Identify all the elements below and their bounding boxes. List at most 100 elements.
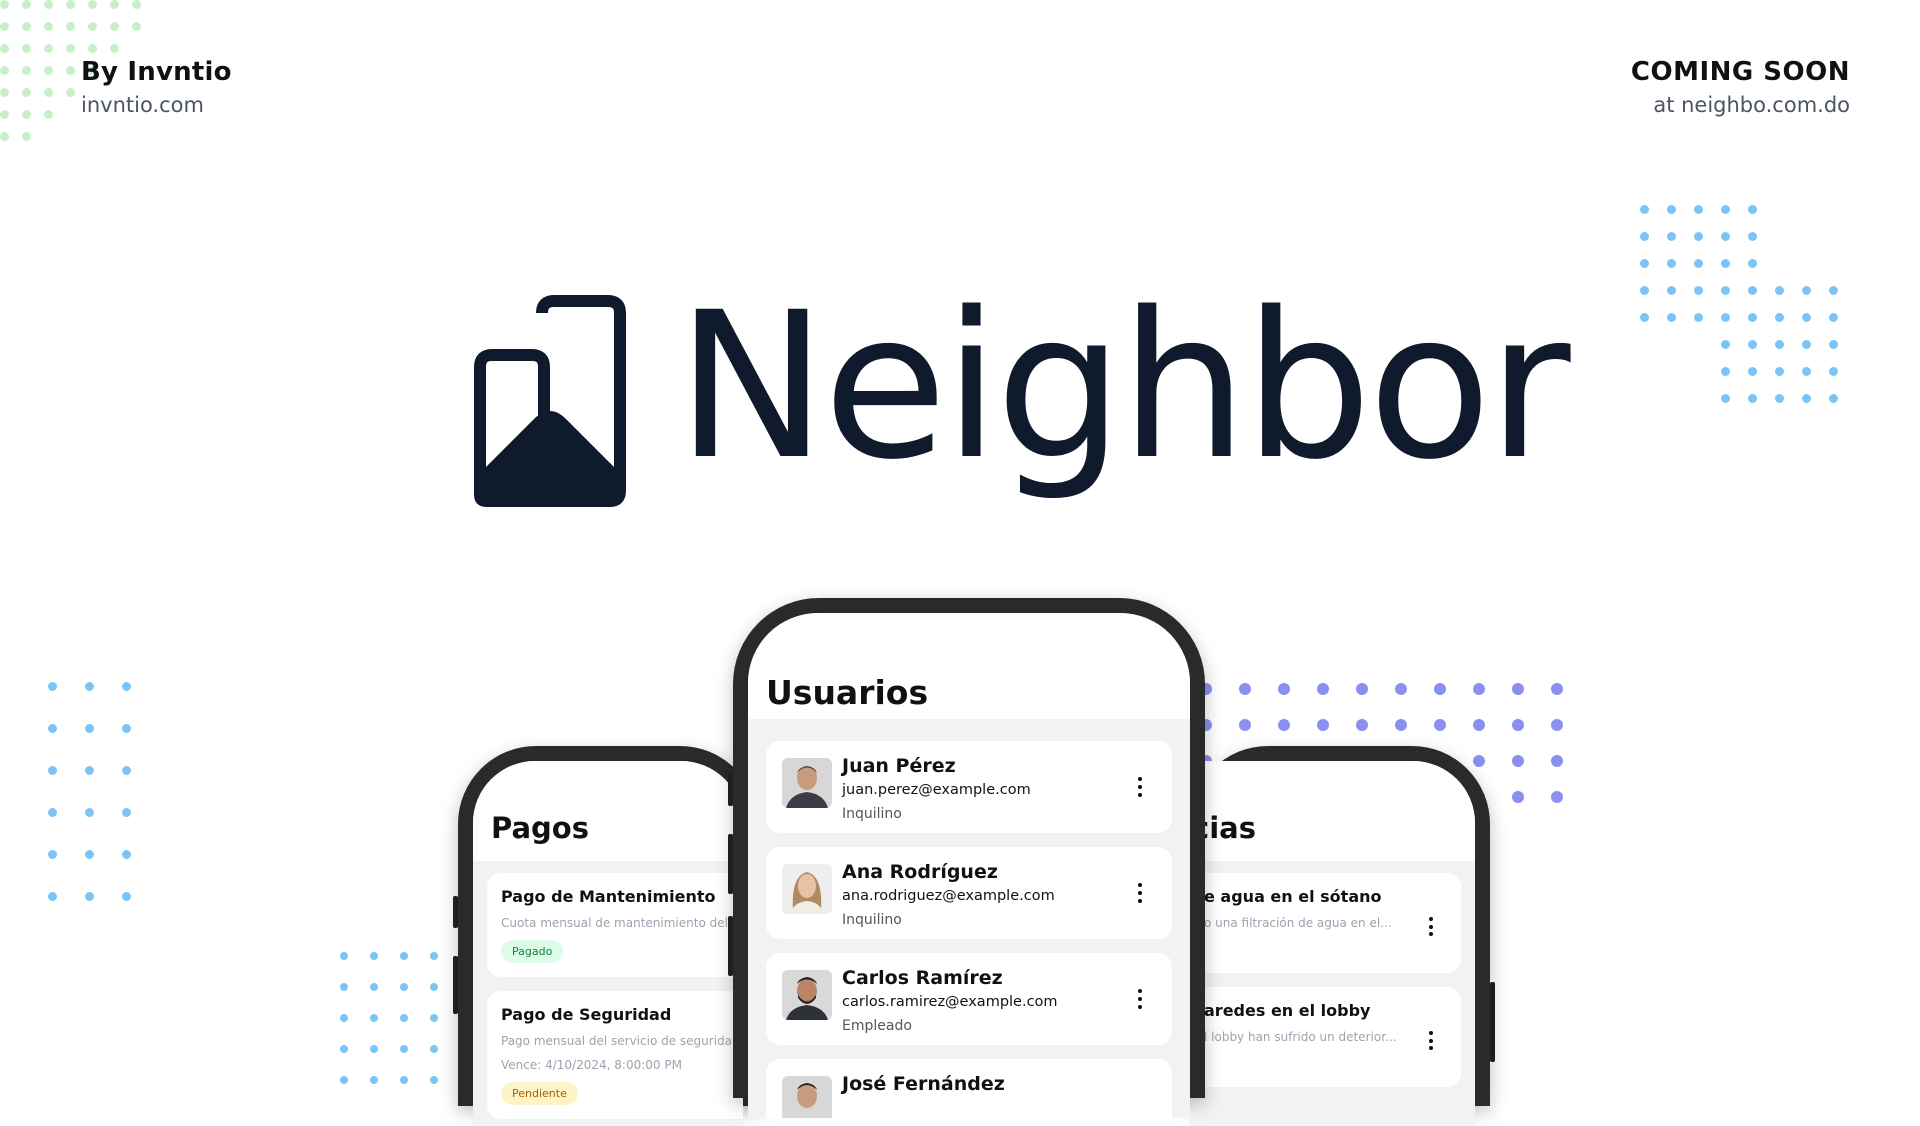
payment-card[interactable]: Pago de Seguridad Pago mensual del servi… — [487, 991, 743, 1119]
decor-dot — [1721, 232, 1730, 241]
decor-dot — [85, 808, 94, 817]
decor-dot — [1551, 683, 1563, 695]
decor-dot — [340, 1014, 348, 1022]
decor-dot — [1748, 340, 1757, 349]
phone-side-button — [1490, 982, 1495, 1062]
decor-dot — [1802, 232, 1811, 241]
decor-dot — [110, 44, 119, 53]
decor-dot — [340, 983, 348, 991]
decor-dot — [1802, 340, 1811, 349]
avatar-woman-icon — [782, 864, 832, 914]
decor-dot — [1640, 367, 1649, 376]
decor-dot — [1278, 719, 1290, 731]
user-card[interactable]: José Fernández — [766, 1059, 1172, 1118]
more-options-icon[interactable] — [1429, 917, 1433, 940]
phone-users: Usuarios Juan Pérez juan.perez@example.c… — [728, 598, 1205, 1118]
decor-dot — [66, 0, 75, 9]
decor-dot — [1802, 286, 1811, 295]
decor-dot — [1667, 232, 1676, 241]
decor-dot — [66, 22, 75, 31]
decor-dot — [1721, 394, 1730, 403]
incident-card[interactable]: aredes en el lobby l lobby han sufrido u… — [1190, 987, 1461, 1087]
decor-dot — [1775, 394, 1784, 403]
decor-dot — [340, 1076, 348, 1084]
decor-dot — [1640, 340, 1649, 349]
incident-card[interactable]: e agua en el sótano o una filtración de … — [1190, 873, 1461, 973]
payment-title: Pago de Mantenimiento — [501, 887, 716, 906]
more-options-icon[interactable] — [1138, 883, 1142, 903]
users-screen: Usuarios Juan Pérez juan.perez@example.c… — [748, 613, 1190, 1118]
decor-dot — [1667, 259, 1676, 268]
decor-dot — [1721, 259, 1730, 268]
decor-dot — [1667, 367, 1676, 376]
decor-dot — [1551, 755, 1563, 767]
decor-dot — [400, 952, 408, 960]
avatar-man-icon — [782, 1076, 832, 1118]
decor-dot — [1395, 719, 1407, 731]
coming-soon-url[interactable]: at neighbo.com.do — [1631, 93, 1850, 117]
decor-dot — [1748, 232, 1757, 241]
status-badge: Pendiente — [501, 1082, 578, 1105]
decor-dot — [48, 724, 57, 733]
decor-dot — [1775, 286, 1784, 295]
users-list: Juan Pérez juan.perez@example.com Inquil… — [748, 719, 1190, 1118]
dots-top-right — [1640, 205, 1856, 421]
avatar-man-beard-icon — [782, 970, 832, 1020]
decor-dot — [66, 66, 75, 75]
decor-dot — [0, 22, 9, 31]
more-options-icon[interactable] — [1138, 777, 1142, 797]
decor-dot — [1667, 394, 1676, 403]
decor-dot — [0, 0, 9, 9]
decor-dot — [1473, 683, 1485, 695]
decor-dot — [430, 1014, 438, 1022]
user-card[interactable]: Carlos Ramírez carlos.ramirez@example.co… — [766, 953, 1172, 1045]
payment-description: Pago mensual del servicio de segurida — [501, 1034, 733, 1048]
payment-title: Pago de Seguridad — [501, 1005, 672, 1024]
decor-dot — [0, 44, 9, 53]
coming-soon-title: COMING SOON — [1630, 57, 1850, 87]
decor-dot — [1829, 205, 1838, 214]
decor-dot — [370, 952, 378, 960]
decor-dot — [22, 66, 31, 75]
decor-dot — [132, 0, 141, 9]
decor-dot — [0, 132, 9, 141]
page-title: Usuarios — [766, 673, 929, 712]
payments-list: Pago de Mantenimiento Cuota mensual de m… — [473, 861, 743, 1119]
phone-side-button — [728, 834, 733, 894]
decor-dot — [1640, 394, 1649, 403]
decor-dot — [22, 88, 31, 97]
decor-dot — [88, 22, 97, 31]
decor-dot — [1434, 719, 1446, 731]
decor-dot — [44, 110, 53, 119]
decor-dot — [1775, 340, 1784, 349]
decor-dot — [1694, 394, 1703, 403]
decor-dot — [1239, 719, 1251, 731]
decor-dot — [44, 22, 53, 31]
user-card[interactable]: Juan Pérez juan.perez@example.com Inquil… — [766, 741, 1172, 833]
decor-dot — [48, 682, 57, 691]
decor-dot — [1694, 367, 1703, 376]
decor-dot — [110, 132, 119, 141]
decor-dot — [85, 766, 94, 775]
decor-dot — [1512, 683, 1524, 695]
decor-dot — [66, 132, 75, 141]
payments-header: Pagos — [473, 761, 743, 861]
decor-dot — [1829, 313, 1838, 322]
user-card[interactable]: Ana Rodríguez ana.rodriguez@example.com … — [766, 847, 1172, 939]
decor-dot — [1748, 205, 1757, 214]
user-name: Juan Pérez — [842, 755, 956, 777]
payment-card[interactable]: Pago de Mantenimiento Cuota mensual de m… — [487, 873, 743, 977]
decor-dot — [1395, 683, 1407, 695]
decor-dot — [1748, 367, 1757, 376]
more-options-icon[interactable] — [1138, 989, 1142, 1009]
decor-dot — [400, 1045, 408, 1053]
author-url[interactable]: invntio.com — [81, 93, 232, 117]
author-title: By Invntio — [81, 57, 232, 87]
decor-dot — [122, 682, 131, 691]
page-title: cias — [1192, 811, 1256, 845]
user-name: Carlos Ramírez — [842, 967, 1003, 989]
decor-dot — [66, 110, 75, 119]
incident-title: aredes en el lobby — [1204, 1001, 1371, 1020]
decor-dot — [1694, 313, 1703, 322]
more-options-icon[interactable] — [1429, 1031, 1433, 1054]
